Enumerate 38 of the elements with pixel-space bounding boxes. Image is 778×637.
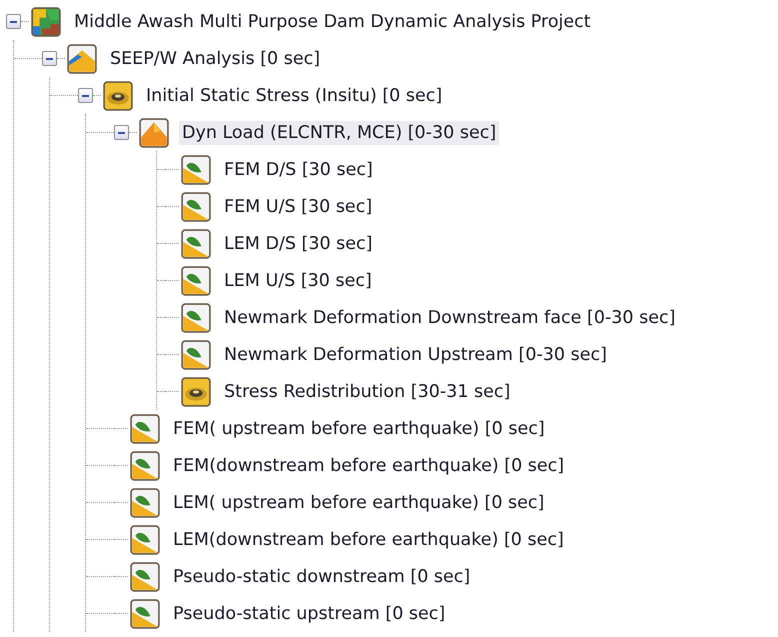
slope-icon (130, 562, 160, 592)
slope-icon (130, 598, 160, 628)
collapse-toggle[interactable] (114, 125, 129, 140)
slope-icon (130, 488, 160, 518)
slope-icon (130, 524, 160, 554)
tree-item-label[interactable]: FEM(downstream before earthquake) [0 sec] (170, 454, 568, 478)
slope-icon (181, 340, 211, 370)
tree-item-label[interactable]: LEM(downstream before earthquake) [0 sec] (170, 528, 567, 552)
tree-item-label[interactable]: Dyn Load (ELCNTR, MCE) [0-30 sec] (179, 120, 500, 144)
tree-item-label[interactable]: Stress Redistribution [30-31 sec] (221, 380, 514, 404)
tree-item-label[interactable]: LEM D/S [30 sec] (221, 232, 376, 256)
tree-item-label[interactable]: Initial Static Stress (Insitu) [0 sec] (143, 84, 446, 108)
tree-item-label[interactable]: LEM U/S [30 sec] (221, 268, 375, 292)
tree-item-label[interactable]: Middle Awash Multi Purpose Dam Dynamic Analysis Project (71, 10, 594, 34)
tree-item-label[interactable]: SEEP/W Analysis [0 sec] (107, 46, 324, 70)
slope-icon (181, 266, 211, 296)
project-icon (31, 6, 61, 36)
slope-icon (181, 228, 211, 258)
tree-item-label[interactable]: Pseudo-static upstream [0 sec] (170, 602, 448, 626)
tree-item-label[interactable]: LEM( upstream before earthquake) [0 sec] (170, 490, 548, 514)
peak-icon (139, 118, 169, 148)
slope-icon (130, 414, 160, 444)
ripple-icon (103, 80, 133, 110)
ripple-icon (181, 376, 211, 406)
collapse-toggle[interactable] (42, 51, 57, 66)
tree-item-label[interactable]: Pseudo-static downstream [0 sec] (170, 564, 474, 588)
slope-icon (181, 302, 211, 332)
collapse-toggle[interactable] (78, 88, 93, 103)
tree-item-label[interactable]: Newmark Deformation Upstream [0-30 sec] (221, 342, 610, 366)
tree-item-label[interactable]: FEM U/S [30 sec] (221, 194, 376, 218)
slope-icon (181, 192, 211, 222)
slope-icon (130, 450, 160, 480)
hill-icon (67, 44, 97, 74)
tree-item-label[interactable]: FEM D/S [30 sec] (221, 158, 376, 182)
collapse-toggle[interactable] (6, 14, 21, 29)
tree-item-label[interactable]: FEM( upstream before earthquake) [0 sec] (170, 416, 548, 440)
tree-item-label[interactable]: Newmark Deformation Downstream face [0-30 sec] (221, 306, 678, 330)
slope-icon (181, 154, 211, 184)
